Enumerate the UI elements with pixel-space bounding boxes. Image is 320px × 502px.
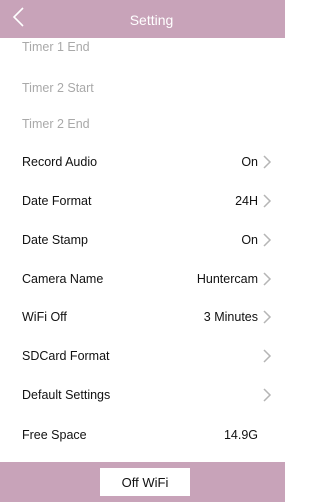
chevron-right-icon (263, 349, 272, 363)
setting-row-wifi-off[interactable]: WiFi Off 3 Minutes (0, 298, 285, 336)
setting-label: Default Settings (22, 388, 111, 402)
setting-label: Record Audio (22, 155, 98, 169)
setting-value: 24H (235, 194, 258, 208)
setting-label: Date Format (22, 194, 92, 208)
setting-label: Free Space (22, 428, 87, 442)
off-wifi-button[interactable]: Off WiFi (100, 468, 190, 496)
setting-row-camera-name[interactable]: Camera Name Huntercam (0, 260, 285, 298)
setting-row-date-format[interactable]: Date Format 24H (0, 182, 285, 220)
setting-value: Huntercam (196, 272, 258, 286)
setting-row-record-audio[interactable]: Record Audio On (0, 143, 285, 181)
setting-value: On (241, 155, 258, 169)
setting-label: Date Stamp (22, 233, 89, 247)
setting-row-sdcard-format[interactable]: SDCard Format (0, 337, 285, 375)
setting-label: Camera Name (22, 272, 104, 286)
page-title: Setting (129, 12, 174, 28)
setting-label: WiFi Off (22, 310, 67, 324)
setting-row-date-stamp[interactable]: Date Stamp On (0, 221, 285, 259)
setting-row-free-space: Free Space 14.9G (0, 416, 285, 454)
setting-value: 3 Minutes (203, 310, 258, 324)
setting-row-timer-2-end[interactable]: Timer 2 End (0, 105, 285, 143)
footer-bar: Off WiFi (0, 462, 285, 502)
setting-label: Timer 2 Start (22, 81, 94, 95)
chevron-right-icon (263, 272, 272, 286)
chevron-right-icon (263, 233, 272, 247)
setting-label: Timer 2 End (22, 117, 90, 131)
chevron-right-icon (263, 388, 272, 402)
chevron-right-icon (263, 155, 272, 169)
setting-row-default-settings[interactable]: Default Settings (0, 376, 285, 414)
setting-value: 14.9G (223, 428, 258, 442)
setting-row-timer-1-end[interactable]: Timer 1 End (0, 28, 285, 66)
setting-label: Timer 1 End (22, 40, 90, 54)
setting-label: SDCard Format (22, 349, 110, 363)
setting-value: On (241, 233, 258, 247)
chevron-right-icon (263, 310, 272, 324)
setting-row-timer-2-start[interactable]: Timer 2 Start (0, 69, 285, 107)
chevron-right-icon (263, 194, 272, 208)
